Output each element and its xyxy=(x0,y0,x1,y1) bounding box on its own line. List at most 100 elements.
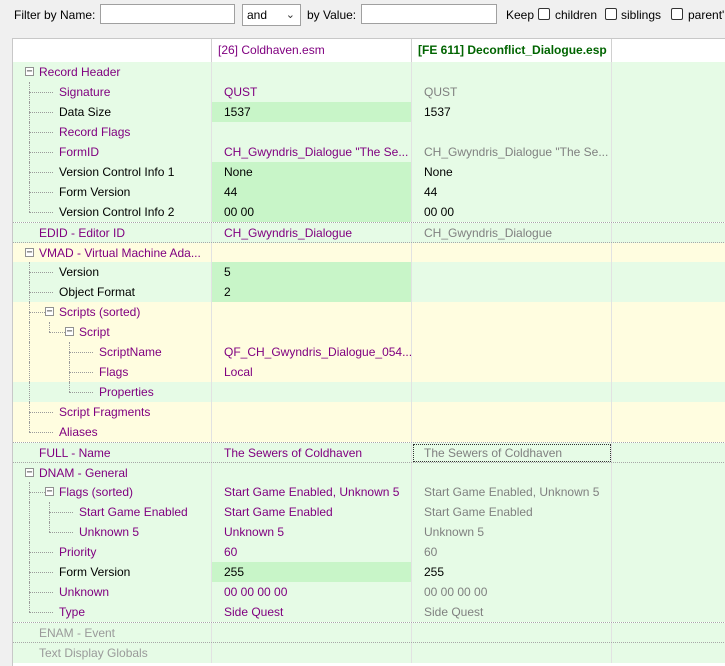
plugin1-value-cell[interactable] xyxy=(212,62,412,82)
plugin1-value-cell[interactable]: Side Quest xyxy=(212,602,412,622)
plugin1-value-cell[interactable] xyxy=(212,402,412,422)
collapse-icon[interactable]: − xyxy=(65,327,74,337)
name-cell[interactable]: − Scripts (sorted) xyxy=(13,302,212,322)
table-row[interactable]: Aliases xyxy=(13,422,725,442)
plugin1-value-cell[interactable] xyxy=(212,643,412,663)
plugin1-value-cell[interactable]: QF_CH_Gwyndris_Dialogue_054... xyxy=(212,342,412,362)
plugin1-value-cell[interactable]: QUST xyxy=(212,82,412,102)
plugin2-value-cell[interactable] xyxy=(412,422,612,442)
collapse-icon[interactable]: − xyxy=(45,487,54,497)
plugin2-value-cell[interactable] xyxy=(412,262,612,282)
keep-parents-checkbox[interactable] xyxy=(671,8,683,20)
plugin2-value-cell[interactable]: Start Game Enabled, Unknown 5 xyxy=(412,482,612,502)
keep-children-checkbox[interactable] xyxy=(538,8,550,20)
plugin2-value-cell[interactable] xyxy=(412,322,612,342)
plugin1-value-cell[interactable]: 60 xyxy=(212,542,412,562)
name-cell[interactable]: Data Size xyxy=(13,102,212,122)
plugin1-value-cell[interactable]: None xyxy=(212,162,412,182)
plugin1-value-cell[interactable]: The Sewers of Coldhaven xyxy=(212,443,412,463)
table-row[interactable]: FULL - Name The Sewers of Coldhaven The Se… xyxy=(13,442,725,463)
plugin2-value-cell[interactable] xyxy=(412,122,612,142)
filter-operator-select[interactable]: and ⌄ xyxy=(242,4,301,26)
name-cell[interactable]: − Flags (sorted) xyxy=(13,482,212,502)
plugin2-value-cell[interactable] xyxy=(412,282,612,302)
plugin2-value-cell[interactable] xyxy=(412,643,612,663)
name-cell[interactable]: FormID xyxy=(13,142,212,162)
name-cell[interactable]: ENAM - Event xyxy=(13,623,212,643)
collapse-icon[interactable]: − xyxy=(45,307,54,317)
plugin1-value-cell[interactable] xyxy=(212,623,412,643)
plugin1-value-cell[interactable]: Local xyxy=(212,362,412,382)
plugin2-value-cell[interactable]: Start Game Enabled xyxy=(412,502,612,522)
plugin1-value-cell[interactable]: Unknown 5 xyxy=(212,522,412,542)
plugin2-value-cell[interactable]: QUST xyxy=(412,82,612,102)
plugin2-value-cell[interactable] xyxy=(412,623,612,643)
table-row[interactable]: Flags Local xyxy=(13,362,725,382)
table-row[interactable]: Type Side Quest Side Quest xyxy=(13,602,725,622)
name-cell[interactable]: ScriptName xyxy=(13,342,212,362)
plugin1-value-cell[interactable] xyxy=(212,382,412,402)
plugin1-value-cell[interactable] xyxy=(212,322,412,342)
plugin2-value-cell[interactable]: 255 xyxy=(412,562,612,582)
name-cell[interactable]: Form Version xyxy=(13,182,212,202)
table-row[interactable]: ScriptName QF_CH_Gwyndris_Dialogue_054... xyxy=(13,342,725,362)
plugin1-value-cell[interactable]: 00 00 00 00 xyxy=(212,582,412,602)
table-row[interactable]: EDID - Editor ID CH_Gwyndris_Dialogue CH_G… xyxy=(13,222,725,243)
plugin1-value-cell[interactable]: 00 00 xyxy=(212,202,412,222)
plugin2-value-cell[interactable] xyxy=(412,402,612,422)
collapse-icon[interactable]: − xyxy=(25,67,34,77)
name-cell[interactable]: Script Fragments xyxy=(13,402,212,422)
filter-name-input[interactable] xyxy=(100,4,235,24)
record-view-grid[interactable]: [26] Coldhaven.esm [FE 611] Deconflict_D… xyxy=(12,38,725,666)
table-row[interactable]: Form Version 255 255 xyxy=(13,562,725,582)
plugin1-value-cell[interactable] xyxy=(212,463,412,483)
table-row[interactable]: Version Control Info 2 00 00 00 00 xyxy=(13,202,725,222)
plugin2-value-cell[interactable]: CH_Gwyndris_Dialogue "The Se... xyxy=(412,142,612,162)
name-cell[interactable]: Version Control Info 2 xyxy=(13,202,212,222)
name-cell[interactable]: Start Game Enabled xyxy=(13,502,212,522)
name-cell[interactable]: Text Display Globals xyxy=(13,643,212,663)
plugin2-value-cell[interactable]: Unknown 5 xyxy=(412,522,612,542)
table-row[interactable]: Version 5 xyxy=(13,262,725,282)
plugin2-value-cell[interactable] xyxy=(412,362,612,382)
table-row[interactable]: − Record Header xyxy=(13,62,725,82)
plugin2-value-cell[interactable]: 60 xyxy=(412,542,612,562)
plugin2-value-cell[interactable] xyxy=(412,342,612,362)
column-header-name[interactable] xyxy=(13,39,212,62)
plugin1-value-cell[interactable]: 44 xyxy=(212,182,412,202)
plugin1-value-cell[interactable] xyxy=(212,302,412,322)
name-cell[interactable]: Version Control Info 1 xyxy=(13,162,212,182)
name-cell[interactable]: Signature xyxy=(13,82,212,102)
table-row[interactable]: Data Size 1537 1537 xyxy=(13,102,725,122)
table-row[interactable]: Version Control Info 1 None None xyxy=(13,162,725,182)
plugin2-value-cell[interactable]: CH_Gwyndris_Dialogue xyxy=(412,223,612,243)
plugin2-value-cell[interactable]: 00 00 xyxy=(412,202,612,222)
plugin1-value-cell[interactable]: 5 xyxy=(212,262,412,282)
table-row[interactable]: Unknown 00 00 00 00 00 00 00 00 xyxy=(13,582,725,602)
name-cell[interactable]: Properties xyxy=(13,382,212,402)
name-cell[interactable]: FULL - Name xyxy=(13,443,212,463)
name-cell[interactable]: Unknown xyxy=(13,582,212,602)
table-row[interactable]: Text Display Globals xyxy=(13,642,725,663)
plugin1-value-cell[interactable]: CH_Gwyndris_Dialogue "The Se... xyxy=(212,142,412,162)
plugin2-value-cell[interactable] xyxy=(412,463,612,483)
plugin2-value-cell[interactable]: 00 00 00 00 xyxy=(412,582,612,602)
table-row[interactable]: Record Flags xyxy=(13,122,725,142)
table-row[interactable]: − VMAD - Virtual Machine Ada... xyxy=(13,242,725,263)
name-cell[interactable]: − DNAM - General xyxy=(13,463,212,483)
column-header-plugin-2[interactable]: [FE 611] Deconflict_Dialogue.esp xyxy=(412,39,612,62)
plugin1-value-cell[interactable]: 1537 xyxy=(212,102,412,122)
table-row[interactable]: FormID CH_Gwyndris_Dialogue "The Se... CH_… xyxy=(13,142,725,162)
plugin1-value-cell[interactable] xyxy=(212,122,412,142)
table-row[interactable]: Script Fragments xyxy=(13,402,725,422)
plugin2-value-cell[interactable]: None xyxy=(412,162,612,182)
name-cell[interactable]: Unknown 5 xyxy=(13,522,212,542)
table-row[interactable]: − Script xyxy=(13,322,725,342)
table-row[interactable]: Start Game Enabled Start Game Enabled Star… xyxy=(13,502,725,522)
name-cell[interactable]: Form Version xyxy=(13,562,212,582)
name-cell[interactable]: Aliases xyxy=(13,422,212,442)
plugin1-value-cell[interactable] xyxy=(212,243,412,263)
plugin2-value-cell[interactable] xyxy=(412,382,612,402)
plugin2-value-cell[interactable]: 1537 xyxy=(412,102,612,122)
name-cell[interactable]: − Script xyxy=(13,322,212,342)
